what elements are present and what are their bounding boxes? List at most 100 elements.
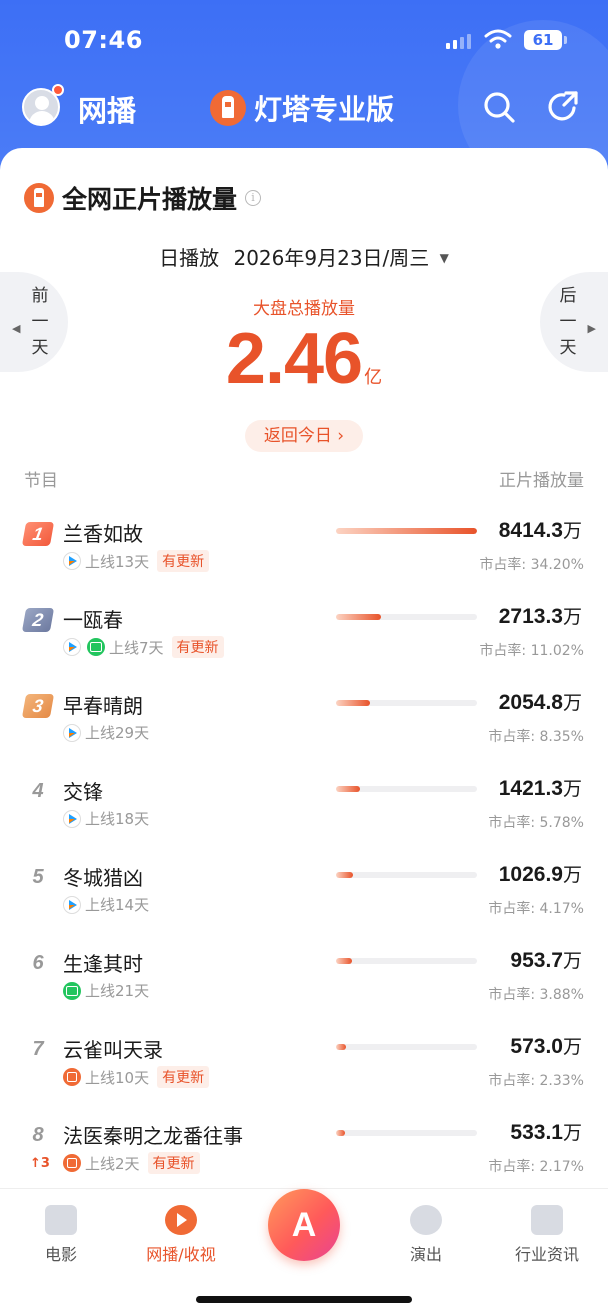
market-share: 市占率: 2.33% (488, 1073, 584, 1089)
show-name: 法医秦明之龙番往事 (63, 1124, 243, 1148)
rank-badge: 6 (32, 952, 44, 974)
iqiyi-platform-icon (63, 981, 81, 1000)
view-count-unit: 万 (562, 692, 582, 714)
tab-label: 行业资讯 (514, 1245, 579, 1264)
view-count: 573.0万 (510, 1032, 582, 1059)
online-days: 上线29天 (85, 724, 150, 742)
table-row[interactable]: 7 云雀叫天录 上线10天 有更新 573.0万 市占率: 2.33% (0, 1024, 608, 1110)
share-bar (336, 700, 477, 706)
wifi-icon (484, 29, 512, 49)
view-count-number: 533.1 (510, 1121, 563, 1144)
share-icon[interactable] (546, 90, 580, 124)
lighthouse-ai-button[interactable]: A (268, 1189, 340, 1261)
online-days: 上线13天 (85, 552, 150, 571)
rank-change: ↑3 (30, 1156, 50, 1171)
lighthouse-logo-icon (210, 90, 246, 126)
tab-label: 演出 (409, 1245, 442, 1264)
tab-industry-news[interactable]: 行业资讯 (502, 1205, 592, 1265)
table-row[interactable]: 4 交锋 上线18天 1421.3万 市占率: 5.78% (0, 766, 608, 852)
show-name: 早春晴朗 (63, 694, 143, 718)
rank-badge: 5 (32, 866, 44, 888)
show-meta: 上线2天 有更新 (63, 1152, 200, 1174)
table-row[interactable]: 3 早春晴朗上线29天 2054.8万市占率: 8.35% (0, 680, 608, 766)
share-bar (336, 1044, 477, 1050)
rank-badge: 1 (21, 522, 55, 546)
tab-performance[interactable]: 演出 (381, 1205, 471, 1265)
rank-badge: 4 (32, 780, 44, 802)
main-card: 全网正片播放量 i 日播放 2026年9月23日/周三 ▼ ◀ 前 一 天 ▶ … (0, 148, 608, 1188)
brand: 灯塔专业版 (210, 88, 394, 128)
back-to-today-button[interactable]: 返回今日 › (245, 420, 363, 452)
status-bar: 07:46 61 (0, 22, 608, 62)
status-time: 07:46 (64, 26, 143, 54)
notification-dot (52, 84, 64, 96)
total-label: 大盘总播放量 (253, 299, 355, 319)
nav-title: 网播 (78, 94, 137, 128)
tab-label: 网播/收视 (146, 1245, 216, 1264)
share-bar (336, 872, 477, 878)
date-selector[interactable]: 日播放 2026年9月23日/周三 ▼ (0, 242, 608, 271)
table-row[interactable]: 1 兰香如故 上线13天 有更新 8414.3万 市占率: 34.20% (0, 508, 608, 594)
market-share: 市占率: 5.78% (488, 815, 584, 831)
view-count: 2054.8万 (499, 688, 582, 715)
online-days: 上线18天 (85, 810, 150, 828)
caret-down-icon: ▼ (439, 251, 449, 265)
tencent-platform-icon (63, 895, 81, 914)
film-icon (45, 1205, 77, 1235)
rank-badge: 2 (21, 608, 55, 632)
view-count-number: 573.0 (510, 1035, 563, 1058)
show-meta: 上线13天 有更新 (63, 550, 210, 572)
mango-platform-icon (63, 1154, 81, 1172)
view-count-unit: 万 (562, 520, 582, 542)
tab-web-broadcast[interactable]: 网播/收视 (136, 1205, 226, 1265)
play-icon (165, 1205, 197, 1235)
show-name: 冬城猎凶 (63, 866, 143, 890)
table-row[interactable]: 6 生逢其时 上线21天 953.7万 市占率: 3.88% (0, 938, 608, 1024)
microphone-icon (410, 1205, 442, 1235)
view-count: 2713.3万 (499, 602, 582, 629)
view-count-number: 8414.3 (498, 519, 563, 542)
view-count-unit: 万 (562, 1036, 582, 1058)
online-days: 上线2天 (85, 1154, 140, 1173)
share-bar (336, 958, 477, 964)
show-meta: 上线21天 (63, 980, 149, 1001)
tencent-platform-icon (63, 723, 81, 742)
lighthouse-icon (24, 183, 54, 213)
share-bar-fill (336, 786, 360, 792)
share-bar-fill (336, 1044, 346, 1050)
share-bar-fill (336, 1130, 345, 1136)
total-unit: 亿 (364, 367, 383, 388)
tab-label: 电影 (44, 1245, 77, 1264)
view-count-unit: 万 (562, 950, 582, 972)
table-row[interactable]: 5 冬城猎凶 上线14天 1026.9万 市占率: 4.17% (0, 852, 608, 938)
view-count-unit: 万 (562, 1122, 582, 1144)
tab-movie[interactable]: 电影 (16, 1205, 106, 1265)
market-share: 市占率: 11.02% (479, 643, 584, 659)
section-header: 全网正片播放量 i (24, 180, 262, 216)
online-days: 上线10天 (85, 1068, 150, 1087)
market-share: 市占率: 8.35% (488, 729, 584, 745)
search-icon[interactable] (482, 90, 516, 124)
table-row[interactable]: 8 ↑3 法医秦明之龙番往事 上线2天 有更新 533.1万 市占率: 2.17% (0, 1110, 608, 1196)
share-bar (336, 1130, 477, 1136)
show-name: 生逢其时 (63, 952, 143, 976)
home-indicator (196, 1296, 412, 1303)
nav-bar: 网播 灯塔专业版 (0, 84, 608, 132)
total-number: 2.46 (225, 319, 363, 399)
view-count-number: 1026.9 (498, 863, 563, 886)
brand-name: 灯塔专业版 (254, 93, 395, 126)
info-icon[interactable]: i (245, 190, 262, 206)
rank-badge: 3 (21, 694, 55, 718)
show-name: 云雀叫天录 (63, 1038, 163, 1062)
market-share: 市占率: 3.88% (488, 987, 584, 1003)
show-meta: 上线18天 (63, 808, 149, 829)
section-title: 全网正片播放量 (62, 185, 238, 214)
online-days: 上线14天 (85, 896, 150, 914)
share-bar-fill (336, 958, 352, 964)
share-bar (336, 614, 477, 620)
update-tag: 有更新 (157, 550, 210, 572)
news-icon (531, 1205, 563, 1235)
market-share: 市占率: 2.17% (488, 1159, 584, 1175)
date-value: 2026年9月23日/周三 (233, 246, 430, 270)
table-row[interactable]: 2 一瓯春 上线7天 有更新 2713.3万 市占率: 11.02% (0, 594, 608, 680)
